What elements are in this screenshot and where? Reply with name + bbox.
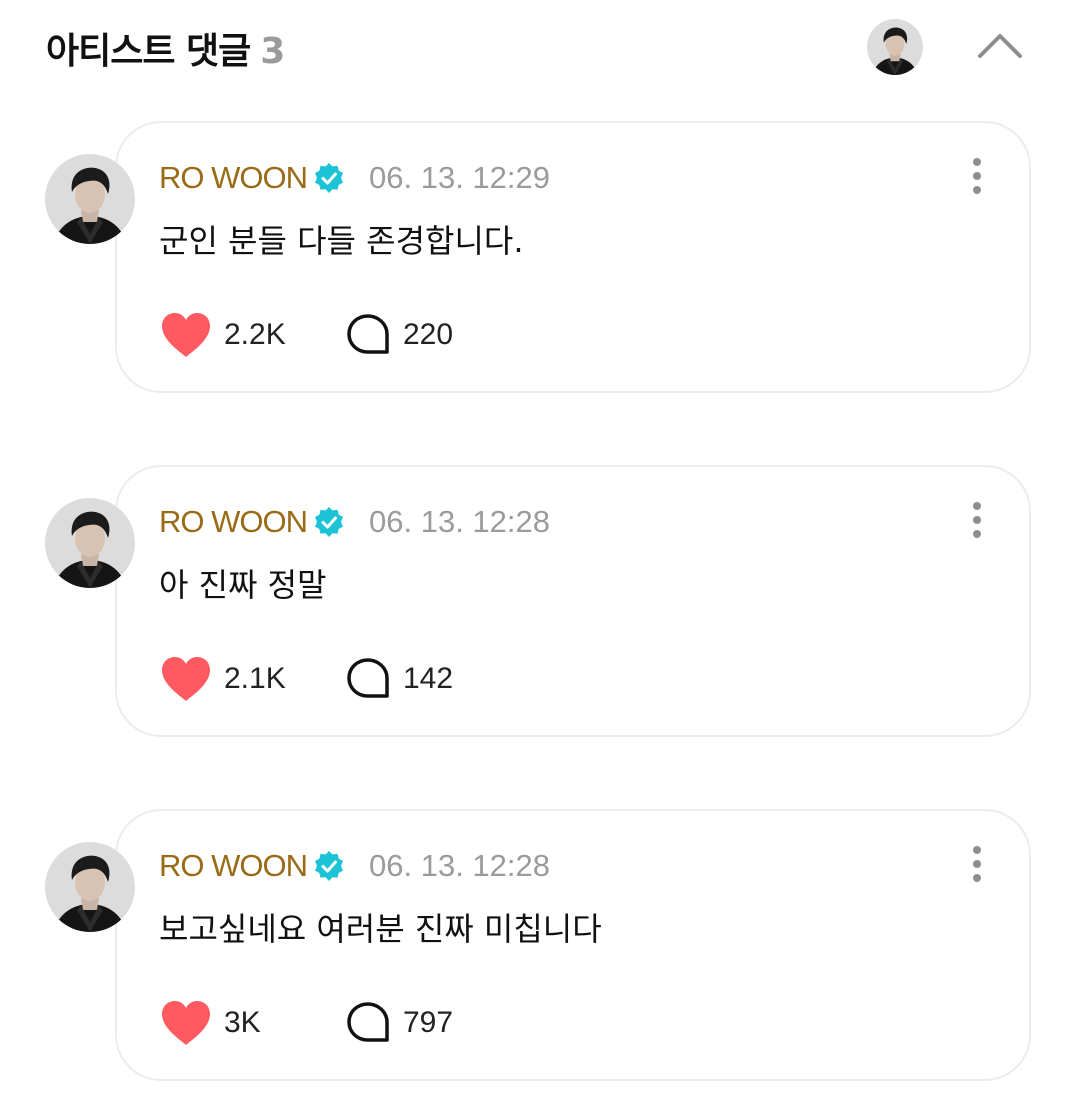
comment-meta: RO WOON 06. 13. 12:28 — [159, 846, 550, 886]
artist-comments-header: 아티스트 댓글 3 — [0, 0, 1080, 95]
comment-item: RO WOON 06. 13. 12:29 군인 분들 다들 존경합니다. 2.… — [0, 120, 1080, 400]
heart-icon — [162, 1001, 210, 1045]
more-options-icon[interactable] — [960, 500, 994, 540]
like-button[interactable]: 2.1K — [160, 654, 286, 704]
artist-avatar-icon[interactable] — [867, 19, 923, 75]
chevron-up-icon[interactable] — [972, 22, 1028, 70]
comment-meta: RO WOON 06. 13. 12:28 — [159, 502, 550, 542]
reply-button[interactable]: 797 — [345, 998, 453, 1048]
avatar-icon[interactable] — [45, 842, 135, 932]
comment-timestamp: 06. 13. 12:29 — [369, 160, 550, 195]
reply-bubble-icon — [347, 314, 389, 354]
reply-bubble-icon — [347, 658, 389, 698]
reply-button[interactable]: 220 — [345, 310, 453, 360]
like-count: 2.1K — [224, 662, 286, 695]
reply-count: 797 — [403, 1006, 454, 1039]
heart-icon — [162, 313, 210, 357]
heart-icon — [162, 657, 210, 701]
like-button[interactable]: 3K — [160, 998, 261, 1048]
comment-item: RO WOON 06. 13. 12:28 아 진짜 정말 2.1K 142 — [0, 464, 1080, 744]
comment-count: 3 — [260, 31, 285, 72]
verified-badge-icon — [313, 506, 345, 538]
section-title-text: 아티스트 댓글 — [46, 31, 251, 72]
author-name[interactable]: RO WOON — [159, 504, 308, 540]
more-options-icon[interactable] — [960, 156, 994, 196]
avatar-icon[interactable] — [45, 498, 135, 588]
like-button[interactable]: 2.2K — [160, 310, 286, 360]
like-count: 3K — [224, 1006, 261, 1039]
avatar-icon[interactable] — [45, 154, 135, 244]
verified-badge-icon — [313, 162, 345, 194]
comment-text: 군인 분들 다들 존경합니다. — [159, 222, 524, 260]
reply-button[interactable]: 142 — [345, 654, 453, 704]
comment-text: 아 진짜 정말 — [159, 566, 327, 604]
comment-text: 보고싶네요 여러분 진짜 미칩니다 — [159, 910, 602, 948]
comment-timestamp: 06. 13. 12:28 — [369, 504, 550, 539]
comment-timestamp: 06. 13. 12:28 — [369, 848, 550, 883]
comment-meta: RO WOON 06. 13. 12:29 — [159, 158, 550, 198]
author-name[interactable]: RO WOON — [159, 160, 308, 196]
reply-count: 142 — [403, 662, 454, 695]
verified-badge-icon — [313, 850, 345, 882]
author-name[interactable]: RO WOON — [159, 848, 308, 884]
reply-bubble-icon — [347, 1002, 389, 1042]
more-options-icon[interactable] — [960, 844, 994, 884]
like-count: 2.2K — [224, 318, 286, 351]
comment-item: RO WOON 06. 13. 12:28 보고싶네요 여러분 진짜 미칩니다 … — [0, 808, 1080, 1088]
section-title: 아티스트 댓글 3 — [46, 22, 285, 74]
reply-count: 220 — [403, 318, 454, 351]
